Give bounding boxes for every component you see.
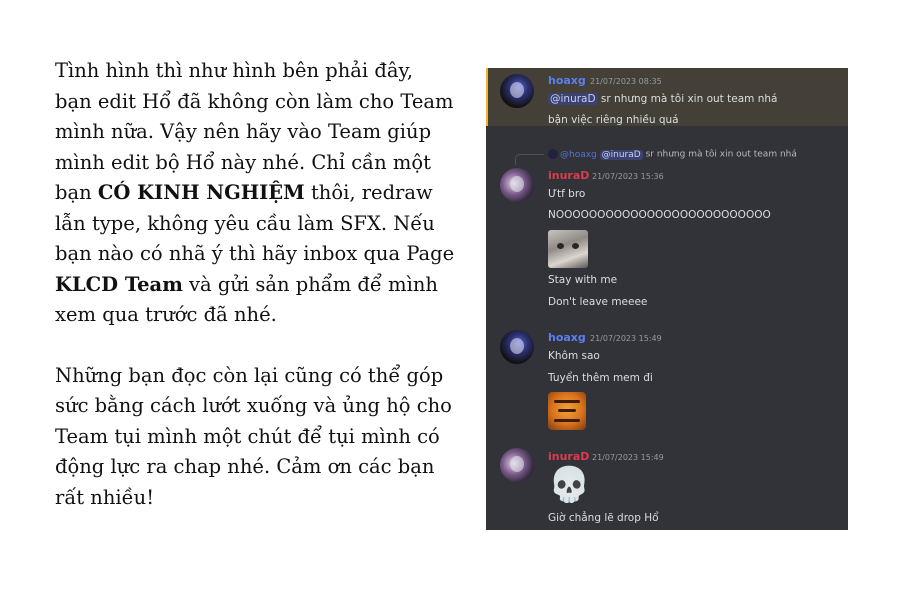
skull-icon: 💀 xyxy=(548,465,591,505)
avatar[interactable] xyxy=(500,74,534,108)
emphasis-page-name: KLCD Team xyxy=(55,272,183,296)
message-text: @inuraD sr nhưng mà tôi xin out team nhá xyxy=(548,93,778,105)
mini-avatar xyxy=(548,149,558,159)
reply-connector xyxy=(515,154,544,165)
cat-image-attachment[interactable] xyxy=(548,230,588,268)
mention-highlight-bar xyxy=(486,68,488,126)
message-text: Giờ chẳng lẽ drop Hổ xyxy=(548,512,659,524)
announcement-text: Tình hình thì như hình bên phải đây, bạn… xyxy=(55,56,455,513)
timestamp: 21/07/2023 15:36 xyxy=(592,172,664,181)
tiger-sticker[interactable] xyxy=(548,392,586,430)
avatar[interactable] xyxy=(500,330,534,364)
message-text: Ưtf bro xyxy=(548,188,586,200)
chat-screenshot: hoaxg 21/07/2023 08:35 @inuraD sr nhưng … xyxy=(486,68,848,530)
username[interactable]: hoaxg xyxy=(548,331,586,344)
message-text: NOOOOOOOOOOOOOOOOOOOOOOOOOO xyxy=(548,209,771,221)
avatar[interactable] xyxy=(500,168,534,202)
username[interactable]: hoaxg xyxy=(548,74,586,87)
message-text: bận việc riêng nhiều quá xyxy=(548,114,679,126)
message-text: Khôm sao xyxy=(548,350,600,362)
message-text: Tuyển thêm mem đi xyxy=(548,372,653,384)
username[interactable]: inuraD xyxy=(548,169,589,182)
user-mention[interactable]: @inuraD xyxy=(548,93,598,105)
username[interactable]: inuraD xyxy=(548,450,589,463)
chat-message[interactable]: hoaxg 21/07/2023 08:35 @inuraD sr nhưng … xyxy=(486,68,848,126)
avatar[interactable] xyxy=(500,448,534,482)
message-text: Stay with me xyxy=(548,274,618,286)
reply-preview[interactable]: @hoaxg @inuraD sr nhưng mà tôi xin out t… xyxy=(548,149,797,160)
timestamp: 21/07/2023 08:35 xyxy=(590,77,662,86)
timestamp: 21/07/2023 15:49 xyxy=(590,334,662,343)
announcement-paragraph-2: Những bạn đọc còn lại cũng có thể góp sứ… xyxy=(55,363,452,509)
message-text: Don't leave meeee xyxy=(548,296,648,308)
timestamp: 21/07/2023 15:49 xyxy=(592,453,664,462)
announcement-paragraph-1: Tình hình thì như hình bên phải đây, bạn… xyxy=(55,59,455,326)
emphasis-experience: CÓ KINH NGHIỆM xyxy=(97,181,305,204)
